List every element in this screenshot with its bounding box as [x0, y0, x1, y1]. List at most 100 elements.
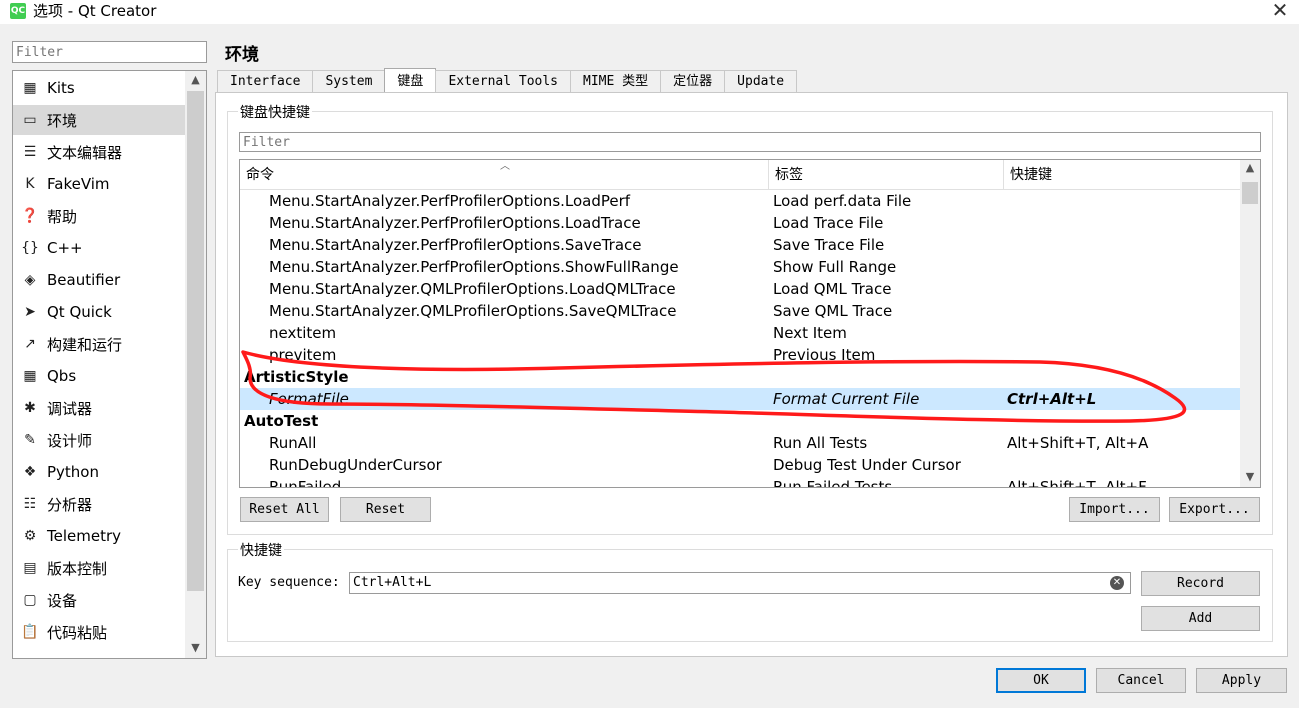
command-cell: Menu.StartAnalyzer.PerfProfilerOptions.S… [269, 236, 642, 254]
sidebar-nav: ▦ Kits ▭ 环境 ☰ 文本编辑器 K FakeVim ❓ 帮助 {} C++ ◈ Beautifie… [12, 70, 207, 659]
tab[interactable]: Update [724, 70, 798, 93]
key-sequence-value: Ctrl+Alt+L [353, 575, 432, 590]
cancel-button[interactable]: Cancel [1096, 668, 1186, 693]
shortcuts-filter-input[interactable] [239, 132, 1261, 152]
tree-group-row[interactable]: AutoTest [240, 410, 1240, 432]
sidebar-item-label: Telemetry [47, 527, 122, 545]
table-row[interactable]: Menu.StartAnalyzer.QMLProfilerOptions.Lo… [240, 278, 1240, 300]
sidebar-item[interactable]: ❖ Python [13, 457, 185, 487]
ok-button[interactable]: OK [996, 668, 1086, 693]
sidebar-item-label: Qbs [47, 367, 77, 385]
reset-all-button[interactable]: Reset All [240, 497, 329, 522]
qbs-icon: ▦ [23, 368, 37, 384]
table-row[interactable]: Menu.StartAnalyzer.QMLProfilerOptions.Sa… [240, 300, 1240, 322]
beautifier-icon: ◈ [24, 272, 36, 288]
shortcut-cell: Alt+Shift+T, Alt+A [1007, 434, 1149, 452]
sidebar-item[interactable]: ⚙ Telemetry [13, 521, 185, 551]
sidebar-filter-input[interactable] [12, 41, 207, 63]
table-row[interactable]: FormatFile Format Current File Ctrl+Alt+L [240, 388, 1240, 410]
sidebar-item[interactable]: ▦ Kits [13, 73, 185, 103]
sidebar-item[interactable]: 📋 代码粘贴 [13, 617, 185, 647]
table-row[interactable]: Menu.StartAnalyzer.PerfProfilerOptions.S… [240, 256, 1240, 278]
page-title: 环境 [225, 45, 259, 65]
tab-bar: Interface System 键盘 External Tools MIME 类型 定位… [217, 68, 798, 93]
record-button[interactable]: Record [1141, 571, 1260, 596]
title-bar: QC 选项 - Qt Creator ✕ [0, 0, 1299, 24]
label-cell: Load Trace File [773, 214, 884, 232]
window-title: 选项 - Qt Creator [33, 2, 157, 20]
build-run-icon: ↗ [24, 336, 36, 352]
sidebar-item[interactable]: {} C++ [13, 233, 185, 263]
sidebar-item[interactable]: ✎ 设计师 [13, 425, 185, 455]
scroll-up-icon[interactable]: ▲ [1240, 161, 1260, 174]
table-row[interactable]: previtem Previous Item [240, 344, 1240, 366]
telemetry-icon: ⚙ [23, 528, 37, 544]
table-row[interactable]: RunAll Run All Tests Alt+Shift+T, Alt+A [240, 432, 1240, 454]
apply-button[interactable]: Apply [1196, 668, 1287, 693]
label-cell: Debug Test Under Cursor [773, 456, 961, 474]
close-icon[interactable]: ✕ [1268, 0, 1292, 23]
tree-scrollbar[interactable]: ▲ ▼ [1240, 160, 1260, 487]
tab[interactable]: Interface [217, 70, 314, 93]
scrollbar-thumb[interactable] [1242, 182, 1258, 204]
sidebar-item[interactable]: ☷ 分析器 [13, 489, 185, 519]
command-cell: FormatFile [269, 390, 349, 408]
scroll-down-icon[interactable]: ▼ [185, 641, 206, 654]
tree-header: 命令 ︿ 标签 快捷键 [240, 160, 1240, 190]
table-row[interactable]: Menu.StartAnalyzer.PerfProfilerOptions.L… [240, 212, 1240, 234]
export-button[interactable]: Export... [1169, 497, 1260, 522]
sidebar-item[interactable]: ↗ 构建和运行 [13, 329, 185, 359]
sidebar-item[interactable]: K FakeVim [13, 169, 185, 199]
tab[interactable]: System [312, 70, 386, 93]
table-row[interactable]: Menu.StartAnalyzer.PerfProfilerOptions.S… [240, 234, 1240, 256]
label-cell: Save QML Trace [773, 302, 893, 320]
tree-group-row[interactable]: ArtisticStyle [240, 366, 1240, 388]
cpp-icon: {} [21, 240, 39, 256]
sidebar-item[interactable]: ▢ 设备 [13, 585, 185, 615]
scroll-up-icon[interactable]: ▲ [185, 73, 206, 86]
tab[interactable]: MIME 类型 [570, 70, 662, 93]
label-cell: Format Current File [773, 390, 920, 408]
tab[interactable]: 定位器 [660, 70, 726, 93]
column-header-label[interactable]: 标签 [769, 160, 1004, 190]
table-row[interactable]: RunFailed Run Failed Tests Alt+Shift+T, Al… [240, 476, 1240, 488]
sidebar-item[interactable]: ➤ Qt Quick [13, 297, 185, 327]
scroll-down-icon[interactable]: ▼ [1240, 470, 1260, 483]
column-header-shortcut[interactable]: 快捷键 [1004, 160, 1240, 190]
sidebar-item[interactable]: ❓ 帮助 [13, 201, 185, 231]
table-row[interactable]: RunDebugUnderCursor Debug Test Under Curs… [240, 454, 1240, 476]
text-editor-icon: ☰ [23, 144, 37, 160]
tab[interactable]: External Tools [435, 70, 572, 93]
command-cell: Menu.StartAnalyzer.PerfProfilerOptions.S… [269, 258, 679, 276]
key-sequence-input[interactable]: Ctrl+Alt+L ✕ [349, 572, 1131, 594]
reset-button[interactable]: Reset [340, 497, 431, 522]
python-icon: ❖ [23, 464, 37, 480]
clear-icon[interactable]: ✕ [1110, 576, 1124, 590]
sidebar-item[interactable]: ▭ 环境 [13, 105, 185, 135]
add-button[interactable]: Add [1141, 606, 1260, 631]
label-cell: Previous Item [773, 346, 876, 364]
sidebar-item[interactable]: ◈ Beautifier [13, 265, 185, 295]
sidebar-item[interactable]: ☰ 文本编辑器 [13, 137, 185, 167]
shortcuts-tree: 命令 ︿ 标签 快捷键 Menu.StartAnalyzer.PerfProfi… [239, 159, 1261, 488]
import-button[interactable]: Import... [1069, 497, 1160, 522]
sidebar-item[interactable]: ✱ 调试器 [13, 393, 185, 423]
sidebar-item-label: 构建和运行 [47, 335, 123, 354]
tab[interactable]: 键盘 [384, 68, 437, 93]
sidebar-item[interactable]: ▦ Qbs [13, 361, 185, 391]
key-sequence-label: Key sequence: [238, 575, 340, 590]
table-row[interactable]: Menu.StartAnalyzer.PerfProfilerOptions.L… [240, 190, 1240, 212]
kits-icon: ▦ [23, 80, 37, 96]
sidebar-item-label: 代码粘贴 [47, 623, 108, 642]
table-row[interactable]: nextitem Next Item [240, 322, 1240, 344]
sidebar-item-label: 调试器 [47, 399, 93, 418]
qt-creator-icon: QC [10, 3, 26, 19]
label-cell: Run Failed Tests [773, 478, 893, 488]
scrollbar-thumb[interactable] [187, 91, 204, 591]
sidebar-item-label: 设备 [47, 591, 78, 610]
designer-icon: ✎ [24, 432, 36, 448]
sidebar-item-label: 文本编辑器 [47, 143, 123, 162]
label-cell: Run All Tests [773, 434, 868, 452]
sidebar-item[interactable]: ▤ 版本控制 [13, 553, 185, 583]
sidebar-scrollbar[interactable]: ▲ ▼ [185, 71, 206, 658]
